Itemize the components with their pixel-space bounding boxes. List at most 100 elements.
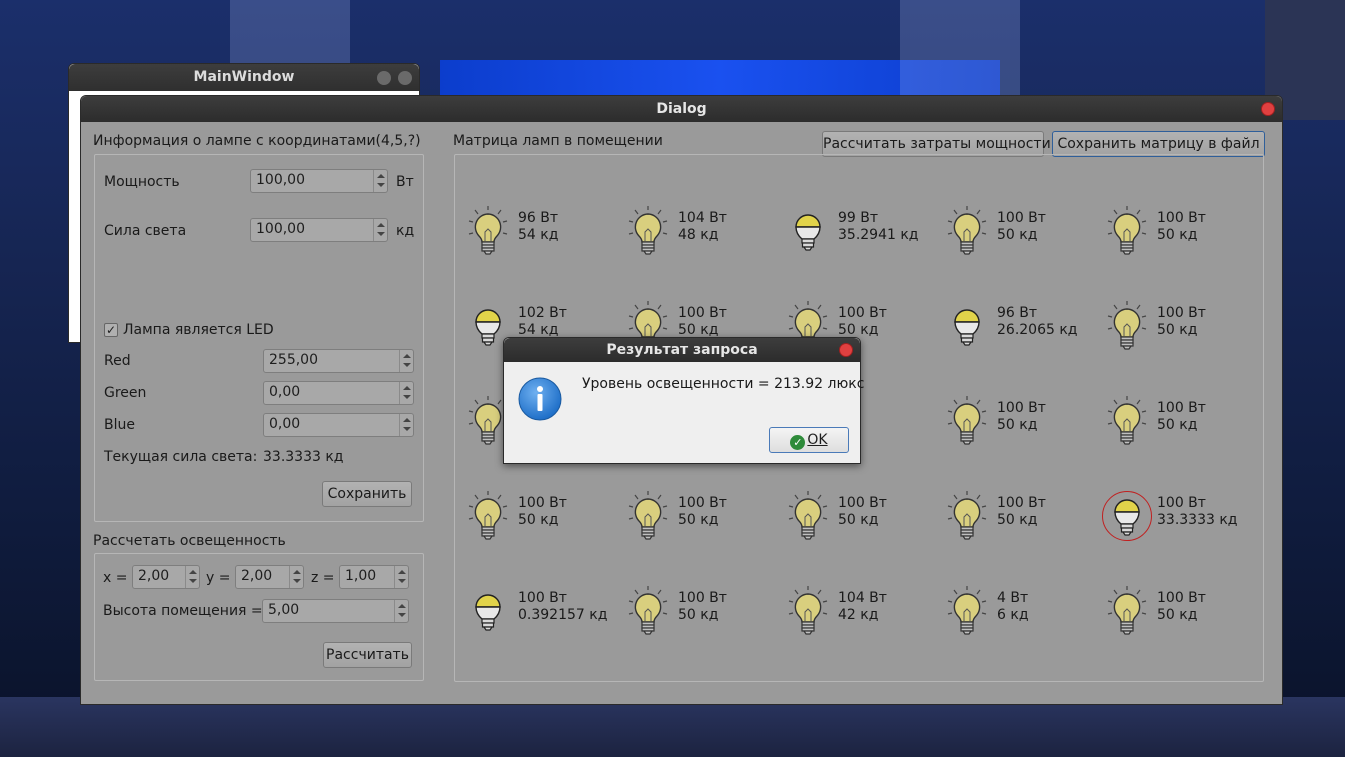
lamp-power: 104 Вт (678, 210, 727, 226)
bulb-icon (947, 491, 987, 540)
power-label: Мощность (104, 174, 180, 190)
lamp-cell[interactable]: 96 Вт 26.2065 кд (945, 301, 1115, 361)
lamp-intensity: 50 кд (1157, 607, 1198, 623)
bulb-icon (795, 214, 821, 251)
lamp-intensity: 42 кд (838, 607, 879, 623)
info-icon (517, 376, 563, 426)
bulb-icon (468, 491, 508, 540)
lamp-intensity: 50 кд (838, 512, 879, 528)
save-button[interactable]: Сохранить (322, 481, 412, 507)
lamp-cell[interactable]: 100 Вт 50 кд (945, 396, 1115, 456)
close-icon[interactable] (839, 343, 853, 357)
lamp-intensity: 50 кд (997, 417, 1038, 433)
lamp-intensity: 35.2941 кд (838, 227, 919, 243)
lamp-power: 100 Вт (1157, 305, 1206, 321)
bulb-icon (628, 491, 668, 540)
lamp-cell[interactable]: 100 Вт 50 кд (1105, 586, 1275, 646)
lamp-cell[interactable]: 100 Вт 50 кд (626, 586, 796, 646)
lamp-power: 100 Вт (1157, 590, 1206, 606)
lamp-cell[interactable]: 4 Вт 6 кд (945, 586, 1115, 646)
ok-check-icon: ✓ (790, 435, 806, 450)
lamp-cell[interactable]: 96 Вт 54 кд (466, 206, 636, 266)
message-box-title: Результат запроса (606, 342, 758, 358)
lamp-intensity: 50 кд (678, 512, 719, 528)
led-checkbox[interactable]: ✓ (104, 323, 118, 337)
bulb-icon (475, 594, 501, 631)
spin-arrows-icon[interactable] (289, 566, 303, 588)
spin-arrows-icon[interactable] (394, 566, 408, 588)
intensity-label: Сила света (104, 223, 187, 239)
lamp-cell[interactable]: 100 Вт 50 кд (1105, 206, 1275, 266)
lamp-power: 100 Вт (1157, 495, 1206, 511)
close-icon[interactable] (398, 71, 412, 85)
wallpaper-floor (0, 697, 1345, 757)
y-value: 2,00 (241, 568, 273, 584)
calculate-button[interactable]: Рассчитать (323, 642, 412, 668)
led-label: Лампа является LED (123, 322, 274, 338)
minimize-icon[interactable] (377, 71, 391, 85)
lamp-power: 100 Вт (678, 590, 727, 606)
lamp-cell[interactable]: 100 Вт 0.392157 кд (466, 586, 636, 646)
blue-value: 0,00 (269, 416, 301, 432)
spin-arrows-icon[interactable] (185, 566, 199, 588)
bulb-icon (1107, 206, 1147, 255)
blue-spinbox[interactable]: 0,00 (263, 413, 414, 437)
power-value: 100,00 (256, 172, 305, 188)
spin-arrows-icon[interactable] (399, 414, 413, 436)
spin-arrows-icon[interactable] (373, 170, 387, 192)
dialog-titlebar[interactable]: Dialog (81, 96, 1282, 122)
ok-label: OK (807, 432, 828, 448)
intensity-spinbox[interactable]: 100,00 (250, 218, 388, 242)
red-spinbox[interactable]: 255,00 (263, 349, 414, 373)
message-box[interactable]: Результат запроса Уровень освещенности =… (503, 337, 864, 464)
lamp-power: 100 Вт (838, 305, 887, 321)
matrix-title: Матрица ламп в помещении (453, 133, 663, 149)
lamp-cell[interactable]: 99 Вт 35.2941 кд (786, 206, 956, 266)
lamp-cell[interactable]: 100 Вт 50 кд (945, 491, 1115, 551)
power-spinbox[interactable]: 100,00 (250, 169, 388, 193)
lamp-power: 100 Вт (518, 495, 567, 511)
spin-arrows-icon[interactable] (394, 600, 408, 622)
close-icon[interactable] (1261, 102, 1275, 116)
z-spinbox[interactable]: 1,00 (339, 565, 409, 589)
bulb-icon (947, 206, 987, 255)
lamp-cell[interactable]: 100 Вт 50 кд (1105, 396, 1275, 456)
lamp-cell[interactable]: 104 Вт 48 кд (626, 206, 796, 266)
lamp-power: 102 Вт (518, 305, 567, 321)
lamp-cell[interactable]: 104 Вт 42 кд (786, 586, 956, 646)
ok-button[interactable]: ✓ OK (769, 427, 849, 453)
lamp-intensity: 6 кд (997, 607, 1029, 623)
lamp-power: 100 Вт (997, 495, 1046, 511)
lamp-cell[interactable]: 100 Вт 50 кд (466, 491, 636, 551)
lamp-cell[interactable]: 100 Вт 33.3333 кд (1102, 491, 1275, 551)
lamp-intensity: 50 кд (838, 322, 879, 338)
lamp-intensity: 33.3333 кд (1157, 512, 1238, 528)
lamp-cell[interactable]: 100 Вт 50 кд (626, 491, 796, 551)
lamp-cell[interactable]: 100 Вт 50 кд (945, 206, 1115, 266)
room-height-spinbox[interactable]: 5,00 (262, 599, 409, 623)
current-intensity-label: Текущая сила света: (104, 449, 258, 465)
y-spinbox[interactable]: 2,00 (235, 565, 304, 589)
bulb-icon (628, 586, 668, 635)
lamp-intensity: 50 кд (997, 227, 1038, 243)
x-spinbox[interactable]: 2,00 (132, 565, 200, 589)
spin-arrows-icon[interactable] (399, 350, 413, 372)
lamp-power: 104 Вт (838, 590, 887, 606)
lamp-intensity: 50 кд (1157, 417, 1198, 433)
lamp-cell[interactable]: 100 Вт 50 кд (786, 491, 956, 551)
green-spinbox[interactable]: 0,00 (263, 381, 414, 405)
current-intensity-value: 33.3333 кд (263, 449, 344, 465)
lamp-info-title: Информация о лампе с координатами(4,5,?) (93, 133, 421, 149)
main-window-title: MainWindow (193, 69, 295, 85)
spin-arrows-icon[interactable] (399, 382, 413, 404)
red-value: 255,00 (269, 352, 318, 368)
message-box-titlebar[interactable]: Результат запроса (504, 338, 860, 362)
spin-arrows-icon[interactable] (373, 219, 387, 241)
lamp-power: 99 Вт (838, 210, 879, 226)
z-value: 1,00 (345, 568, 377, 584)
bulb-icon (788, 491, 828, 540)
wallpaper-curtain (900, 0, 1020, 95)
main-window-titlebar[interactable]: MainWindow (69, 64, 419, 91)
dialog-title: Dialog (656, 101, 707, 117)
lamp-cell[interactable]: 100 Вт 50 кд (1105, 301, 1275, 361)
